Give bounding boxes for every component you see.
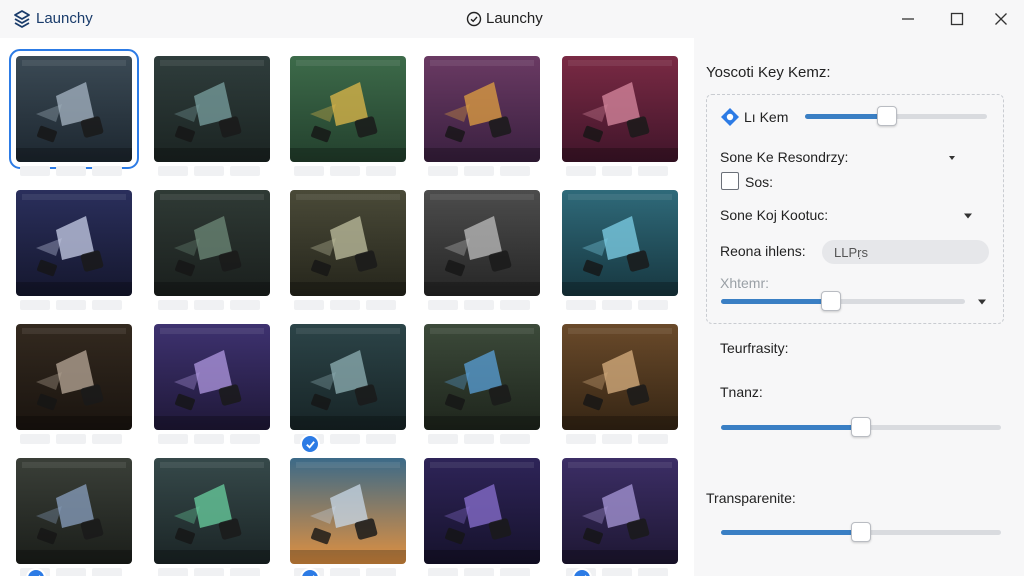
tile-caption xyxy=(20,166,122,176)
thumbnail-tile[interactable] xyxy=(16,458,132,564)
close-icon xyxy=(995,13,1007,25)
muted-slider[interactable] xyxy=(721,291,965,311)
thumbnail-image xyxy=(16,324,132,430)
thumbnail-tile[interactable] xyxy=(16,190,132,296)
thumbnail-tile[interactable] xyxy=(290,324,406,430)
thumbnail-gallery xyxy=(0,38,694,576)
thumbnail-image xyxy=(154,458,270,564)
thumbnail-tile[interactable] xyxy=(562,190,678,296)
thumbnail-tile[interactable] xyxy=(424,56,540,162)
chevron-down-icon[interactable] xyxy=(946,151,958,163)
key-item-slider[interactable] xyxy=(805,106,987,126)
maximize-icon xyxy=(950,12,964,26)
chevron-down-icon[interactable] xyxy=(976,295,988,307)
thumbnail-image xyxy=(562,458,678,564)
app-name: Launchy xyxy=(36,10,93,27)
settings-panel: Yoscoti Key Kemz: Lı Kem Sone Ke Resondr… xyxy=(694,38,1024,576)
dropdown2-label: Sone Koj Kootuc: xyxy=(720,207,829,223)
thumbnail-tile[interactable] xyxy=(154,458,270,564)
thumbnail-image xyxy=(16,56,132,162)
slider-thumb[interactable] xyxy=(876,106,897,126)
thumbnail-tile[interactable] xyxy=(290,56,406,162)
checkbox-label: Sos: xyxy=(745,174,774,190)
thumbnail-image xyxy=(290,190,406,296)
tranz-slider[interactable] xyxy=(721,417,1001,437)
thumbnail-tile[interactable] xyxy=(424,458,540,564)
thumbnail-image xyxy=(424,458,540,564)
key-diamond-icon xyxy=(721,108,739,126)
thumbnail-tile[interactable] xyxy=(9,49,139,169)
tile-caption xyxy=(294,300,396,310)
thumbnail-image xyxy=(562,190,678,296)
dropdown1-label: Sone Ke Resondrzy: xyxy=(720,149,849,165)
tile-caption xyxy=(158,166,260,176)
thumbnail-tile[interactable] xyxy=(16,324,132,430)
tile-caption xyxy=(428,568,530,576)
tile-caption xyxy=(294,166,396,176)
muted-label: Xhtemr: xyxy=(720,275,770,291)
tile-caption xyxy=(428,300,530,310)
tile-caption xyxy=(158,434,260,444)
thumbnail-tile[interactable] xyxy=(562,324,678,430)
thumbnail-tile[interactable] xyxy=(424,324,540,430)
tile-caption xyxy=(158,300,260,310)
tearfrasity-label: Teurfrasity: xyxy=(720,340,789,356)
window-title-text: Launchy xyxy=(486,10,543,27)
thumbnail-tile[interactable] xyxy=(562,458,678,564)
thumbnail-image xyxy=(16,458,132,564)
maximize-button[interactable] xyxy=(944,6,970,32)
thumbnail-image xyxy=(154,56,270,162)
thumbnail-image xyxy=(424,190,540,296)
thumbnail-image xyxy=(562,56,678,162)
transparente-label: Transparenite: xyxy=(706,490,796,506)
tranz-label: Tnanz: xyxy=(720,384,763,400)
text-field[interactable]: LLPṛs xyxy=(822,240,989,264)
thumbnail-tile[interactable] xyxy=(154,56,270,162)
tile-caption xyxy=(20,434,122,444)
tile-caption xyxy=(428,434,530,444)
launchy-logo-icon xyxy=(12,9,32,29)
thumbnail-tile[interactable] xyxy=(562,56,678,162)
window-title: Launchy xyxy=(466,10,543,27)
slider-thumb[interactable] xyxy=(820,291,841,311)
tile-caption xyxy=(566,166,668,176)
thumbnail-image xyxy=(290,324,406,430)
title-bar: Launchy Launchy xyxy=(0,0,1024,38)
slider-thumb[interactable] xyxy=(851,522,871,542)
thumbnail-image xyxy=(154,190,270,296)
thumbnail-tile[interactable] xyxy=(154,324,270,430)
thumbnail-image xyxy=(290,458,406,564)
thumbnail-tile[interactable] xyxy=(424,190,540,296)
close-button[interactable] xyxy=(988,6,1014,32)
panel-title: Yoscoti Key Kemz: xyxy=(706,64,831,81)
field-label: Reona ihlens: xyxy=(720,243,806,259)
thumbnail-tile[interactable] xyxy=(154,190,270,296)
selected-check-icon[interactable] xyxy=(300,434,320,454)
thumbnail-image xyxy=(16,190,132,296)
chevron-down-icon[interactable] xyxy=(962,209,974,221)
thumbnail-image xyxy=(562,324,678,430)
minimize-button[interactable] xyxy=(895,6,921,32)
slider-thumb[interactable] xyxy=(851,417,871,437)
transparente-slider[interactable] xyxy=(721,522,1001,542)
thumbnail-tile[interactable] xyxy=(290,190,406,296)
thumbnail-image xyxy=(424,56,540,162)
tile-caption xyxy=(428,166,530,176)
sos-checkbox[interactable] xyxy=(721,172,739,190)
thumbnail-tile[interactable] xyxy=(290,458,406,564)
thumbnail-image xyxy=(154,324,270,430)
check-circle-icon xyxy=(466,11,482,26)
thumbnail-image xyxy=(424,324,540,430)
tile-caption xyxy=(20,300,122,310)
key-item-label: Lı Kem xyxy=(744,109,789,125)
tile-caption xyxy=(566,300,668,310)
tile-caption xyxy=(566,434,668,444)
thumbnail-image xyxy=(290,56,406,162)
minimize-icon xyxy=(902,18,914,20)
tile-caption xyxy=(158,568,260,576)
